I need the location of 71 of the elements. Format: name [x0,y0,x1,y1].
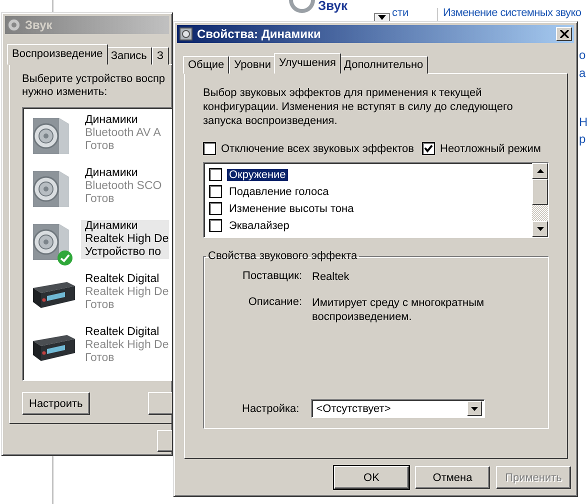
device-status: Готов [85,299,116,312]
dialog-button[interactable]: Отмена [415,466,490,489]
link-fragment[interactable]: а [579,66,586,80]
link[interactable]: сти [392,7,409,20]
device-item[interactable]: Динамики Bluetooth AV A Готов [29,112,172,165]
down-arrow-icon [536,227,544,231]
tab[interactable]: Улучшения [274,53,341,74]
checkbox[interactable] [422,142,435,155]
checkbox[interactable] [209,185,222,198]
effect-item[interactable]: Эквалайзер [227,220,292,232]
device-detail: Bluetooth AV A [85,127,161,140]
device-detail: Realtek High De [85,339,169,352]
device-status: Готов [85,193,116,206]
checkbox[interactable] [209,202,222,215]
button-edge[interactable] [148,392,172,415]
tab[interactable]: Уровни [229,56,276,74]
checkbox-label: Неотложный режим [440,142,541,154]
instruction-text: Выберите устройство воспр [22,73,166,86]
close-button[interactable] [556,27,572,41]
device-status: Устройство по [85,246,162,259]
link-fragment[interactable]: Н [579,115,587,129]
group-title: Свойства звукового эффекта [207,250,358,262]
device-detail: Realtek High De [85,233,169,246]
field-label: Настройка: [242,402,300,414]
tab[interactable]: Дополнительно [339,56,428,74]
effect-item[interactable]: Окружение [227,168,288,180]
link-fragment[interactable]: о [579,48,586,62]
scrollbar[interactable] [532,163,548,237]
dialog-button[interactable]: OK [334,466,409,489]
effect-item[interactable]: Изменение высоты тона [227,202,356,214]
page-heading: Звук [318,0,348,13]
effect-item[interactable]: Подавление голоса [227,186,331,198]
preset-dropdown[interactable]: <Отсутствует> [311,399,486,418]
device-name: Realtek Digital [85,326,160,339]
device-name: Динамики [85,167,139,180]
field-value: Realtek [312,270,350,284]
instruction-text: нужно изменить: [22,86,108,99]
device-detail: Bluetooth SCO [85,180,162,193]
scroll-track[interactable] [532,205,548,221]
link[interactable]: Изменение системных звуко [443,7,582,20]
window-title: Звук [25,18,52,32]
tab[interactable]: Запись [106,47,152,65]
field-label: Описание: [247,296,302,310]
window-title: Свойства: Динамики [197,27,321,41]
checkbox[interactable] [209,219,222,232]
field-label: Поставщик: [242,270,302,284]
device-status: Готов [85,140,116,153]
scroll-down-button[interactable] [532,221,548,237]
close-icon [560,30,568,38]
up-arrow-icon [536,169,544,173]
device-name: Динамики [85,220,139,233]
device-item[interactable]: Динамики Bluetooth SCO Готов [29,165,172,218]
scroll-up-button[interactable] [532,163,548,179]
configure-button[interactable]: Настроить [22,392,90,415]
device-detail: Realtek High De [85,286,169,299]
link-fragment[interactable]: р [579,132,586,146]
checkbox[interactable] [203,142,216,155]
description-text: Выбор звуковых эффектов для применения к текущей конфигурации. Изменения не вступят в силу до следующего запуска воспроизведения. [203,86,514,128]
tab[interactable]: Общие [183,56,230,74]
tab[interactable]: З [152,47,169,65]
device-item[interactable]: Динамики Realtek High De Устройство по [29,218,172,271]
checkbox[interactable] [209,168,222,181]
device-item[interactable]: Realtek Digital Realtek High De Готов [29,271,172,324]
scroll-thumb[interactable] [532,179,548,205]
device-name: Realtek Digital [85,273,160,286]
device-status: Готов [85,352,116,365]
field-value: Имитирует среду с многократным воспроизведением. [312,296,486,324]
checkbox-label: Отключение всех звуковых эффектов [221,142,414,154]
tab[interactable]: Воспроизведение [7,44,108,65]
device-name: Динамики [85,114,139,127]
device-item[interactable]: Realtek Digital Realtek High De Готов [29,324,172,377]
